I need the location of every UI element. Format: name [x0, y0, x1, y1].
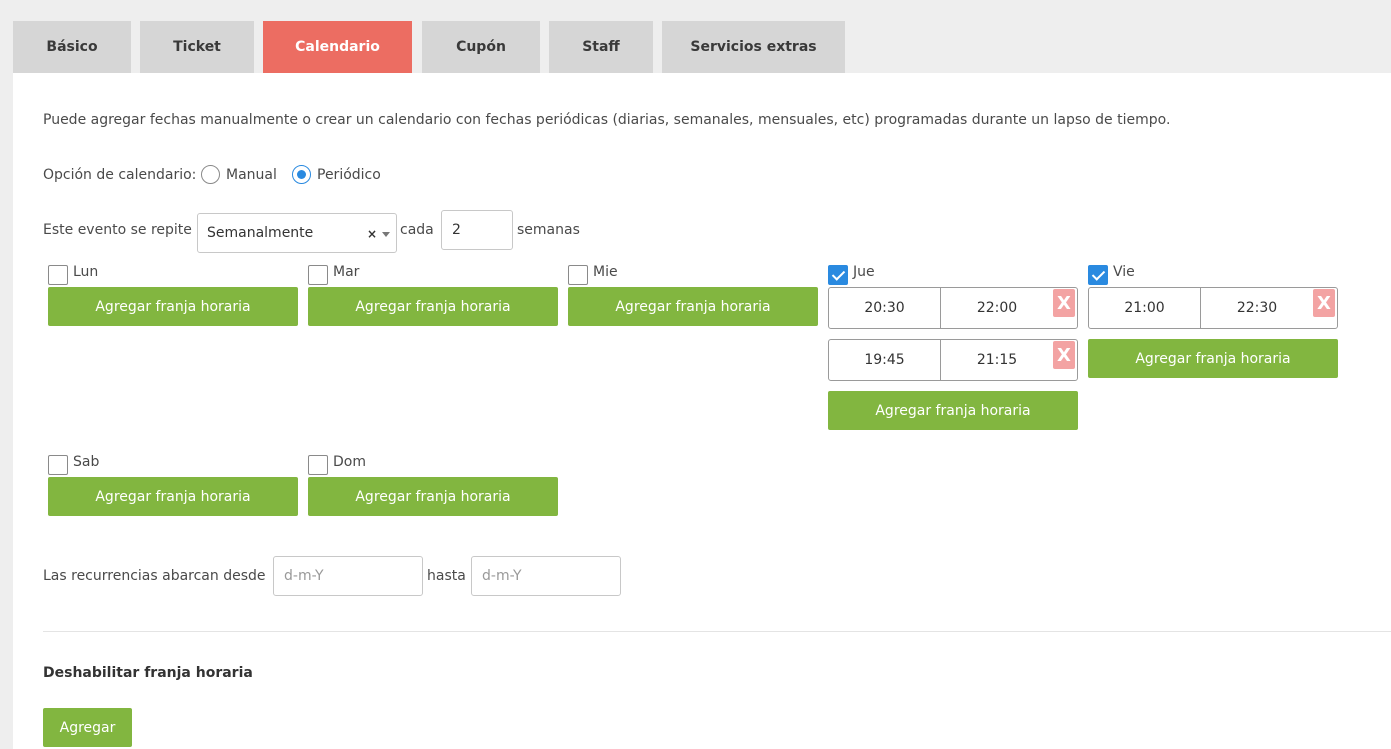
chevron-down-icon[interactable] — [382, 232, 390, 237]
repeat-label: Este evento se repite — [43, 222, 192, 238]
time-slot-vie-1: 21:00 22:30 X — [1088, 287, 1338, 329]
add-slot-button-dom[interactable]: Agregar franja horaria — [308, 477, 558, 516]
tab-staff[interactable]: Staff — [549, 21, 653, 73]
slot-end-input[interactable]: 21:15 — [941, 340, 1053, 380]
add-slot-button-lun[interactable]: Agregar franja horaria — [48, 287, 298, 326]
checkbox-jue[interactable] — [828, 265, 848, 285]
tab-calendario[interactable]: Calendario — [263, 21, 412, 73]
checkbox-sab[interactable] — [48, 455, 68, 475]
add-slot-button-jue[interactable]: Agregar franja horaria — [828, 391, 1078, 430]
unit-label: semanas — [517, 222, 580, 238]
day-label-lun: Lun — [73, 264, 99, 280]
tab-ticket[interactable]: Ticket — [140, 21, 254, 73]
tab-servicios-extras[interactable]: Servicios extras — [662, 21, 845, 73]
disable-section-title: Deshabilitar franja horaria — [43, 665, 253, 681]
day-label-sab: Sab — [73, 454, 100, 470]
date-to-input[interactable]: d-m-Y — [471, 556, 621, 596]
day-label-mar: Mar — [333, 264, 360, 280]
tab-basico[interactable]: Básico — [13, 21, 131, 73]
clear-icon[interactable]: × — [367, 227, 377, 241]
frequency-select[interactable]: Semanalmente × — [197, 213, 397, 253]
every-label: cada — [400, 222, 434, 238]
date-from-input[interactable]: d-m-Y — [273, 556, 423, 596]
delete-slot-icon[interactable]: X — [1313, 289, 1335, 317]
day-label-dom: Dom — [333, 454, 366, 470]
add-disabled-slot-button[interactable]: Agregar — [43, 708, 132, 747]
to-label: hasta — [427, 568, 466, 584]
slot-start-input[interactable]: 19:45 — [829, 340, 941, 380]
slot-start-input[interactable]: 21:00 — [1089, 288, 1201, 328]
add-slot-button-sab[interactable]: Agregar franja horaria — [48, 477, 298, 516]
interval-input[interactable]: 2 — [441, 210, 513, 250]
slot-end-input[interactable]: 22:30 — [1201, 288, 1313, 328]
day-label-jue: Jue — [853, 264, 875, 280]
radio-manual[interactable] — [201, 165, 220, 184]
time-slot-jue-2: 19:45 21:15 X — [828, 339, 1078, 381]
frequency-value: Semanalmente — [207, 225, 314, 241]
radio-periodico-label: Periódico — [317, 167, 381, 183]
intro-text: Puede agregar fechas manualmente o crear… — [43, 112, 1171, 128]
day-label-vie: Vie — [1113, 264, 1135, 280]
checkbox-lun[interactable] — [48, 265, 68, 285]
divider — [43, 631, 1391, 632]
tab-cupon[interactable]: Cupón — [422, 21, 540, 73]
add-slot-button-mie[interactable]: Agregar franja horaria — [568, 287, 818, 326]
checkbox-mie[interactable] — [568, 265, 588, 285]
delete-slot-icon[interactable]: X — [1053, 341, 1075, 369]
recurrence-label: Las recurrencias abarcan desde — [43, 568, 266, 584]
checkbox-dom[interactable] — [308, 455, 328, 475]
checkbox-vie[interactable] — [1088, 265, 1108, 285]
add-slot-button-mar[interactable]: Agregar franja horaria — [308, 287, 558, 326]
radio-periodico[interactable] — [292, 165, 311, 184]
time-slot-jue-1: 20:30 22:00 X — [828, 287, 1078, 329]
checkbox-mar[interactable] — [308, 265, 328, 285]
calendar-option-label: Opción de calendario: — [43, 167, 197, 183]
day-label-mie: Mie — [593, 264, 618, 280]
radio-manual-label: Manual — [226, 167, 277, 183]
slot-start-input[interactable]: 20:30 — [829, 288, 941, 328]
add-slot-button-vie[interactable]: Agregar franja horaria — [1088, 339, 1338, 378]
delete-slot-icon[interactable]: X — [1053, 289, 1075, 317]
slot-end-input[interactable]: 22:00 — [941, 288, 1053, 328]
